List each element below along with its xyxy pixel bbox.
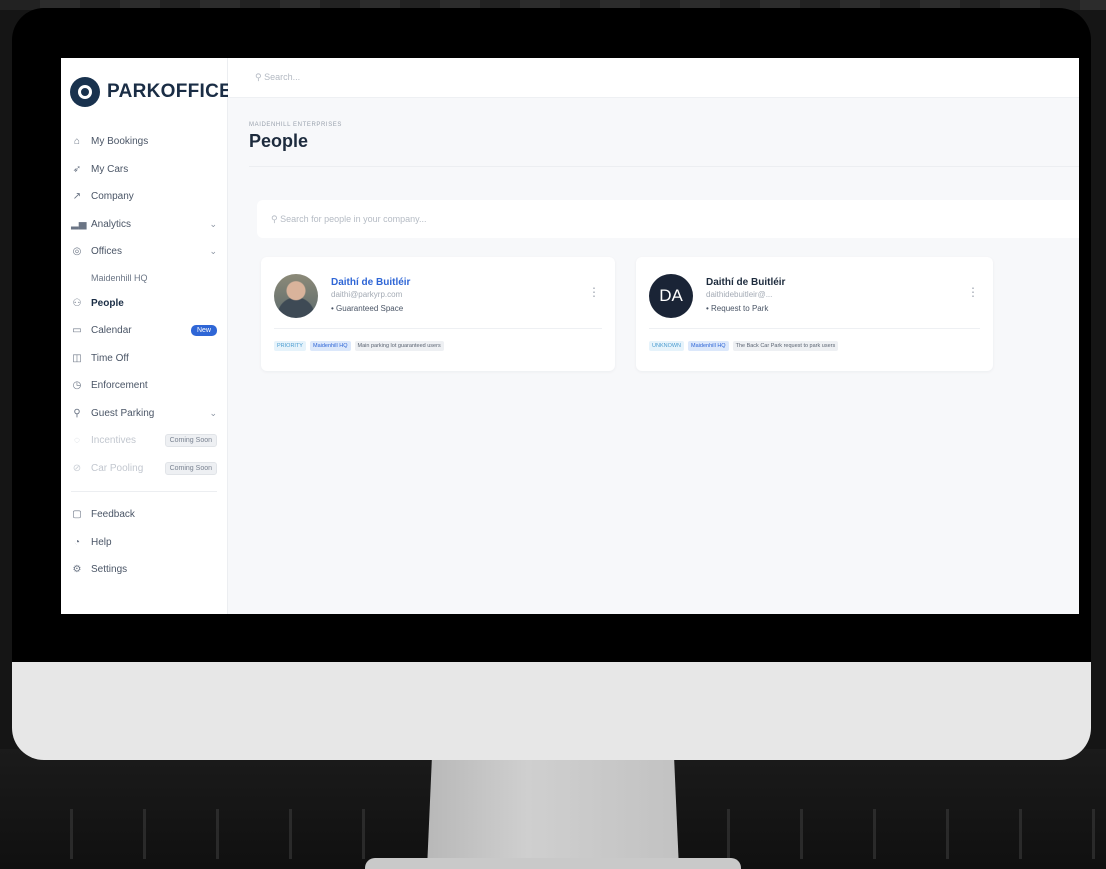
monitor-chin <box>12 662 1091 760</box>
breadcrumb[interactable]: MAIDENHILL ENTERPRISES <box>249 122 342 128</box>
coming-soon-badge: Coming Soon <box>164 461 217 475</box>
sidebar-item-label: Company <box>91 191 134 203</box>
avatar: DA <box>649 274 693 318</box>
person-card[interactable]: DA Daithí de Buitléir daithidebuitleir@.… <box>636 257 993 371</box>
office-tag: Maidenhill HQ <box>688 341 729 351</box>
chevron-down-icon[interactable]: ⌄ <box>209 246 217 257</box>
search-icon: ⚲ <box>271 214 281 224</box>
briefcase-icon: ◫ <box>72 352 82 364</box>
person-parking-status: • Request to Park <box>706 304 769 313</box>
settings-icon: ⚙ <box>72 564 82 576</box>
monitor-stand-foot <box>365 858 741 869</box>
sidebar-item-label: Analytics <box>91 218 132 230</box>
sidebar-divider <box>71 491 217 492</box>
avatar <box>274 274 318 318</box>
location-pin-icon: ◎ <box>72 246 82 258</box>
feedback-icon: ▢ <box>72 509 82 521</box>
chevron-down-icon[interactable]: ⌄ <box>209 408 217 419</box>
send-icon: ➶ <box>72 163 82 175</box>
sidebar-item-maidenhill-hq[interactable]: Maidenhill HQ <box>61 266 227 290</box>
person-name[interactable]: Daithí de Buitléir <box>706 277 785 288</box>
help-icon: ◔ <box>73 536 81 548</box>
sidebar-item-label: Car Pooling <box>91 462 144 474</box>
sidebar-item-label: Maidenhill HQ <box>91 272 148 283</box>
group-tag: The Back Car Park request to park users <box>732 341 839 351</box>
sidebar-item-label: People <box>91 297 124 309</box>
person-card[interactable]: Daithí de Buitléir daithi@parkyrp.com • … <box>261 257 615 371</box>
sidebar-item-help[interactable]: ◔ Help <box>61 529 227 557</box>
coming-soon-badge: Coming Soon <box>164 434 217 448</box>
monitor-stand <box>427 755 679 869</box>
priority-tag: PRIORITY <box>274 341 306 351</box>
person-parking-status: • Guaranteed Space <box>331 304 404 313</box>
sidebar-item-guest-parking[interactable]: ⚲ Guest Parking ⌄ <box>61 400 227 428</box>
priority-tag: UNKNOWN <box>649 341 685 351</box>
brand-name: PARKOFFICE <box>107 81 233 102</box>
sidebar-item-label: Offices <box>91 246 122 258</box>
more-options-icon[interactable]: ⋮ <box>588 285 600 299</box>
calendar-icon: ▭ <box>72 325 82 337</box>
global-search-placeholder: Search... <box>264 72 301 82</box>
sidebar-item-label: Incentives <box>91 435 137 447</box>
sidebar-item-car-pooling: ⊘ Car Pooling Coming Soon <box>61 455 227 483</box>
person-tags: UNKNOWN Maidenhill HQ The Back Car Park … <box>649 341 839 351</box>
chevron-down-icon[interactable]: ⌄ <box>209 219 217 230</box>
sidebar-item-label: My Cars <box>91 163 129 175</box>
sidebar: PARKOFFICE ⌂ My Bookings ➶ My Cars ↗ Com… <box>61 58 232 614</box>
monitor: PARKOFFICE ⌂ My Bookings ➶ My Cars ↗ Com… <box>12 8 1091 760</box>
global-search-input[interactable]: ⚲ Search... <box>255 72 300 83</box>
sidebar-item-my-bookings[interactable]: ⌂ My Bookings <box>61 128 227 156</box>
group-tag: Main parking lot guaranteed users <box>354 341 444 351</box>
person-tags: PRIORITY Maidenhill HQ Main parking lot … <box>274 341 444 351</box>
sidebar-item-analytics[interactable]: ▂▅ Analytics ⌄ <box>61 211 227 239</box>
home-icon: ⌂ <box>73 136 81 148</box>
person-email: daithidebuitleir@... <box>706 290 773 299</box>
brand[interactable]: PARKOFFICE <box>70 77 232 107</box>
person-email: daithi@parkyrp.com <box>331 290 403 299</box>
incentives-icon: ◌ <box>74 435 80 447</box>
office-tag: Maidenhill HQ <box>309 341 351 351</box>
sidebar-item-offices[interactable]: ◎ Offices ⌄ <box>61 238 227 266</box>
sidebar-item-calendar[interactable]: ▭ Calendar New <box>61 317 227 345</box>
sidebar-item-label: Guest Parking <box>91 407 155 419</box>
trend-icon: ↗ <box>72 191 82 203</box>
sidebar-item-company[interactable]: ↗ Company <box>61 183 227 211</box>
people-icon: ⚇ <box>72 297 82 309</box>
app-screen: PARKOFFICE ⌂ My Bookings ➶ My Cars ↗ Com… <box>61 58 1079 614</box>
sidebar-item-my-cars[interactable]: ➶ My Cars <box>61 156 227 184</box>
sidebar-item-settings[interactable]: ⚙ Settings <box>61 556 227 584</box>
sidebar-item-label: Help <box>91 536 112 548</box>
page-title: People <box>249 131 309 151</box>
sidebar-item-incentives: ◌ Incentives Coming Soon <box>61 427 227 455</box>
search-icon: ⚲ <box>255 72 265 82</box>
more-options-icon[interactable]: ⋮ <box>967 285 979 299</box>
top-bar: ⚲ Search... <box>228 58 1079 98</box>
card-divider <box>274 328 602 329</box>
sidebar-item-label: Settings <box>91 564 128 576</box>
person-name[interactable]: Daithí de Buitléir <box>331 277 410 288</box>
sidebar-item-label: My Bookings <box>91 136 149 148</box>
sidebar-item-enforcement[interactable]: ◷ Enforcement <box>61 372 227 400</box>
parkoffice-logo-icon <box>70 77 100 107</box>
sidebar-item-label: Feedback <box>91 509 135 521</box>
people-search-placeholder: Search for people in your company... <box>280 214 427 224</box>
new-badge: New <box>190 325 217 337</box>
bar-chart-icon: ▂▅ <box>71 218 87 230</box>
sidebar-item-time-off[interactable]: ◫ Time Off <box>61 345 227 373</box>
sidebar-nav: ⌂ My Bookings ➶ My Cars ↗ Company ▂▅ Ana… <box>61 128 227 584</box>
people-search-input[interactable]: ⚲ Search for people in your company... <box>257 200 1079 238</box>
card-divider <box>649 328 980 329</box>
guest-icon: ⚲ <box>73 407 81 419</box>
header-divider <box>249 166 1079 167</box>
sidebar-item-label: Calendar <box>91 325 132 337</box>
sidebar-item-label: Enforcement <box>91 380 148 392</box>
sidebar-item-label: Time Off <box>91 352 129 364</box>
clock-icon: ◷ <box>72 380 82 392</box>
car-pool-icon: ⊘ <box>72 462 82 474</box>
sidebar-item-people[interactable]: ⚇ People <box>61 290 227 318</box>
sidebar-item-feedback[interactable]: ▢ Feedback <box>61 501 227 529</box>
